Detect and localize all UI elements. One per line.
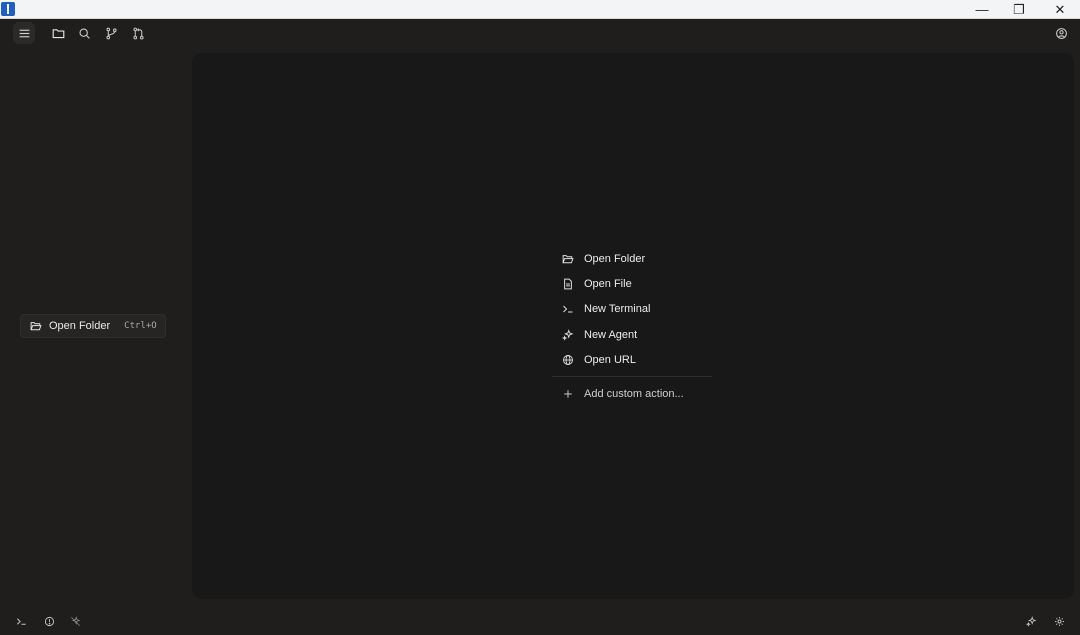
app-logo-icon (1, 2, 15, 16)
menu-item-label: New Terminal (584, 303, 651, 316)
folder-open-icon (30, 322, 42, 331)
menu-item-label: Open Folder (584, 252, 646, 265)
statusbar (0, 607, 1080, 635)
window-titlebar: — ❐ ✕ (0, 0, 1080, 19)
pull-request-icon (132, 27, 144, 39)
globe-icon (563, 354, 573, 365)
settings-button[interactable] (1051, 613, 1067, 629)
account-button[interactable] (1050, 22, 1072, 44)
menu-item-label: New Agent (584, 328, 638, 341)
top-toolbar (0, 19, 1080, 47)
diagnostics-button[interactable] (41, 613, 57, 629)
source-control-button[interactable] (100, 22, 122, 44)
folder-icon (52, 28, 64, 38)
restore-button[interactable]: ❐ (999, 0, 1039, 19)
add-custom-action[interactable]: Add custom action... (552, 381, 712, 406)
account-icon (1055, 27, 1067, 39)
sparkle-icon (562, 328, 574, 341)
agent-off-icon (70, 615, 80, 626)
search-icon (78, 27, 90, 39)
shortcut-hint: Ctrl+O (124, 321, 157, 331)
start-actions-menu: Open Folder Open File New Terminal New A… (552, 246, 712, 407)
file-icon (564, 278, 572, 290)
terminal-toggle-button[interactable] (13, 613, 29, 629)
agent-off-button[interactable] (67, 613, 83, 629)
terminal-icon (16, 617, 26, 625)
close-button[interactable]: ✕ (1040, 0, 1080, 19)
menu-item-label: Open URL (584, 353, 636, 366)
menu-divider (552, 376, 712, 378)
menu-button[interactable] (13, 22, 35, 44)
open-folder-label: Open Folder (49, 320, 111, 332)
source-control-icon (105, 27, 117, 39)
menu-item-label: Open File (584, 277, 632, 290)
sparkle-icon (1025, 615, 1036, 627)
pull-request-button[interactable] (127, 22, 149, 44)
new-terminal-action[interactable]: New Terminal (552, 297, 712, 322)
agent-button[interactable] (1023, 613, 1039, 629)
plus-icon (564, 390, 572, 398)
new-agent-action[interactable]: New Agent (552, 322, 712, 347)
open-folder-button[interactable]: Open Folder Ctrl+O (20, 314, 166, 338)
terminal-icon (563, 305, 573, 313)
minimize-button[interactable]: — (962, 0, 1002, 19)
open-folder-action[interactable]: Open Folder (552, 246, 712, 271)
info-icon (44, 616, 54, 626)
sidebar: Open Folder Ctrl+O (0, 47, 190, 607)
settings-icon (1054, 616, 1064, 626)
explorer-button[interactable] (47, 22, 69, 44)
folder-open-icon (562, 254, 574, 263)
search-button[interactable] (73, 22, 95, 44)
add-custom-action-label: Add custom action... (584, 388, 684, 401)
open-file-action[interactable]: Open File (552, 271, 712, 296)
open-url-action[interactable]: Open URL (552, 347, 712, 372)
main-panel: Open Folder Open File New Terminal New A… (192, 53, 1074, 599)
menu-icon (19, 29, 29, 37)
